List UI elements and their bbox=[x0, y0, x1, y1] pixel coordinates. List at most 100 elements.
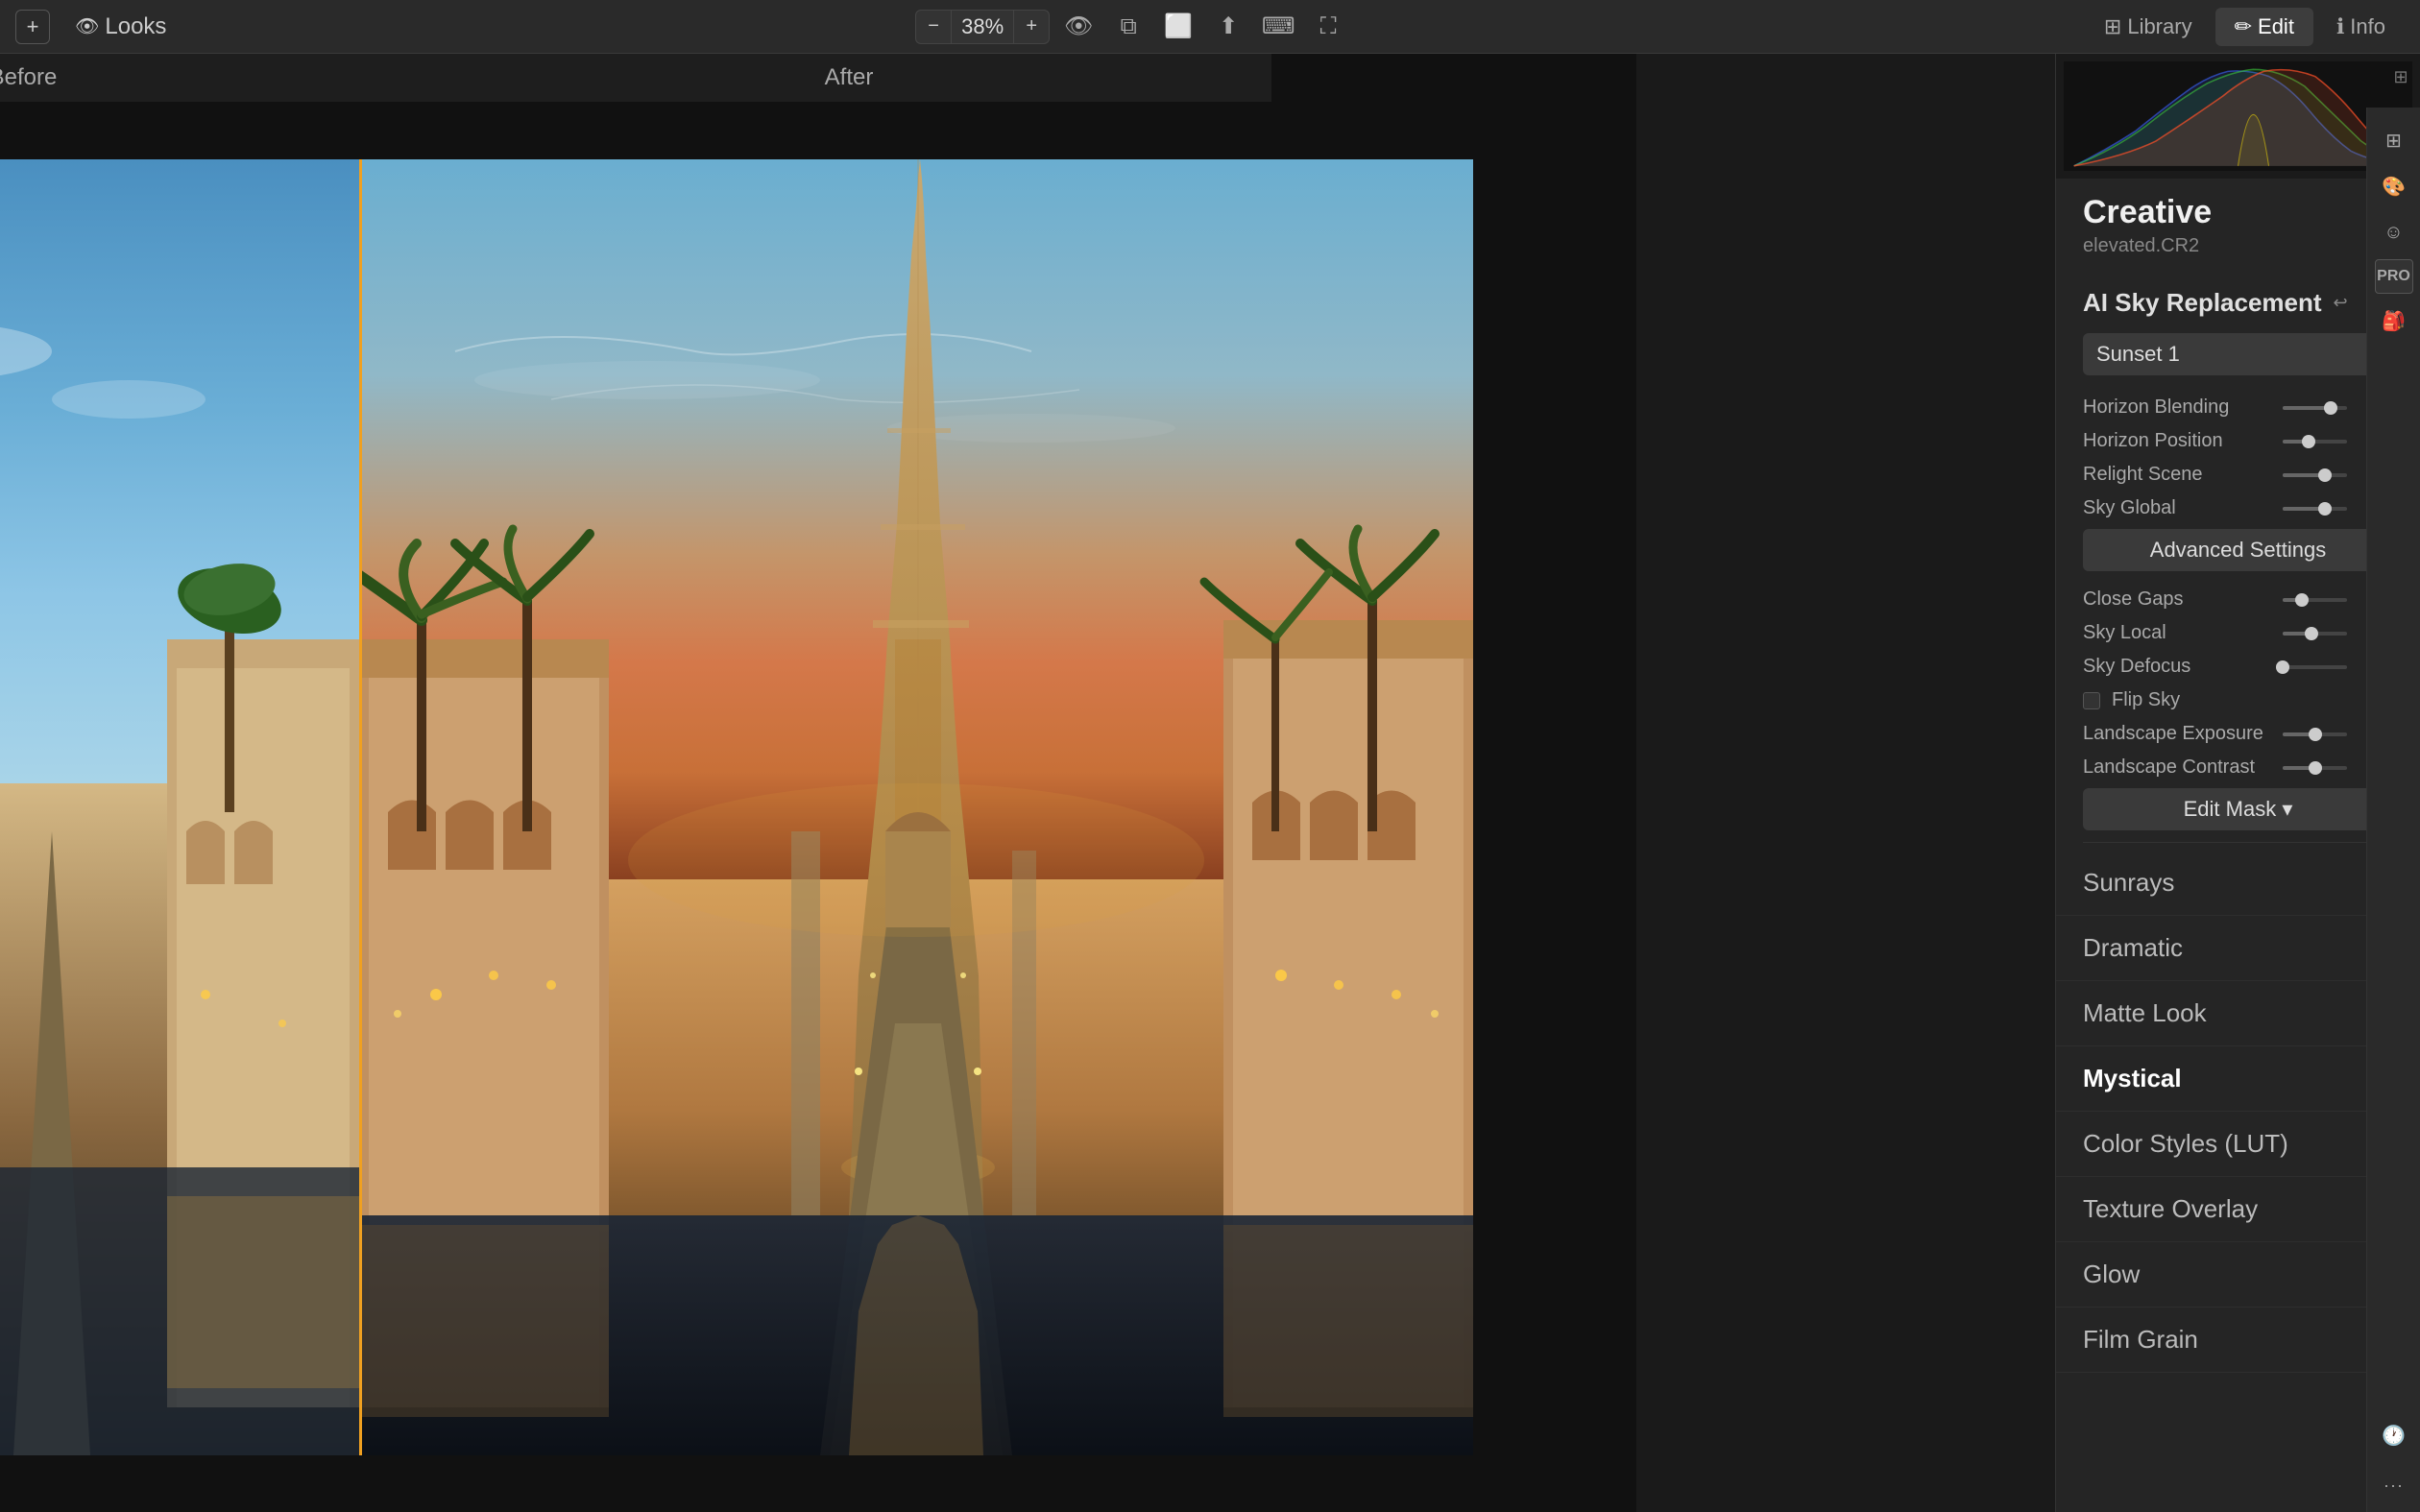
main-toolbar: + 👁 Looks − 38% + 👁 ⧉ ⬜ ⬆ ⌨ ⛶ ⊞ bbox=[0, 0, 2420, 54]
reset-sky-button[interactable]: ↩ bbox=[2326, 290, 2355, 317]
right-icon-rail: ⊞ 🎨 ☺ PRO 🎒 🕐 ··· bbox=[2366, 108, 2420, 1512]
divider-1 bbox=[2083, 842, 2393, 843]
horizon-position-label: Horizon Position bbox=[2083, 430, 2275, 452]
horizon-blending-thumb[interactable] bbox=[2324, 401, 2337, 415]
looks-label: Looks bbox=[105, 13, 166, 40]
palette-rail-button[interactable]: 🎨 bbox=[2375, 167, 2413, 205]
more-rail-button[interactable]: ··· bbox=[2375, 1466, 2413, 1504]
info-label: Info bbox=[2350, 14, 2385, 39]
relight-scene-thumb[interactable] bbox=[2318, 468, 2332, 482]
sunrays-label: Sunrays bbox=[2083, 868, 2174, 897]
share-icon: ⬆ bbox=[1219, 12, 1238, 40]
sky-global-label: Sky Global bbox=[2083, 497, 2275, 519]
edit-tab[interactable]: ✏ Edit bbox=[2215, 8, 2313, 46]
advanced-settings-label: Advanced Settings bbox=[2150, 538, 2326, 563]
horizon-position-track[interactable] bbox=[2283, 440, 2347, 444]
split-line bbox=[359, 159, 362, 1455]
crop-icon: ⬜ bbox=[1164, 12, 1193, 40]
keyboard-icon: ⌨ bbox=[1262, 12, 1295, 40]
compare-button[interactable]: ⧉ bbox=[1107, 6, 1150, 48]
texture-overlay-label: Texture Overlay bbox=[2083, 1194, 2258, 1223]
plus-icon: + bbox=[27, 14, 39, 39]
flip-sky-checkbox[interactable] bbox=[2083, 692, 2100, 709]
mystical-label: Mystical bbox=[2083, 1064, 2182, 1092]
sky-defocus-label: Sky Defocus bbox=[2083, 656, 2275, 678]
close-gaps-thumb[interactable] bbox=[2295, 593, 2309, 607]
add-button[interactable]: + bbox=[15, 10, 50, 44]
zoom-minus-button[interactable]: − bbox=[916, 11, 951, 43]
sky-global-track[interactable] bbox=[2283, 507, 2347, 511]
after-scene-svg bbox=[359, 159, 1473, 1455]
dramatic-label: Dramatic bbox=[2083, 933, 2183, 962]
edit-icon: ✏ bbox=[2235, 14, 2252, 39]
info-icon: ℹ bbox=[2336, 14, 2344, 39]
close-gaps-track[interactable] bbox=[2283, 598, 2347, 602]
main-content: Before After bbox=[0, 54, 2420, 1512]
fullscreen-button[interactable]: ⛶ bbox=[1307, 6, 1349, 48]
landscape-exposure-track[interactable] bbox=[2283, 732, 2347, 736]
horizon-blending-track[interactable] bbox=[2283, 406, 2347, 410]
histogram-chart bbox=[2064, 61, 2412, 171]
info-tab[interactable]: ℹ Info bbox=[2317, 8, 2405, 46]
sky-local-thumb[interactable] bbox=[2305, 627, 2318, 640]
glow-label: Glow bbox=[2083, 1260, 2140, 1288]
edit-mask-button[interactable]: Edit Mask ▾ bbox=[2083, 788, 2393, 830]
before-after-labels: Before After bbox=[0, 54, 1271, 102]
relight-scene-track[interactable] bbox=[2283, 473, 2347, 477]
landscape-exposure-thumb[interactable] bbox=[2309, 728, 2322, 741]
close-gaps-label: Close Gaps bbox=[2083, 588, 2275, 611]
fullscreen-icon: ⛶ bbox=[1320, 13, 1337, 40]
before-label: Before bbox=[0, 64, 426, 91]
layers-rail-button[interactable]: ⊞ bbox=[2375, 121, 2413, 159]
zoom-plus-button[interactable]: + bbox=[1014, 11, 1049, 43]
eye-preview-icon: 👁 bbox=[1064, 12, 1093, 40]
looks-button[interactable]: 👁 Looks bbox=[61, 8, 180, 46]
library-tab[interactable]: ⊞ Library bbox=[2085, 8, 2212, 46]
image-container bbox=[0, 102, 1636, 1512]
sky-preset-label: Sunset 1 bbox=[2096, 342, 2180, 367]
eye-icon: 👁 bbox=[75, 14, 99, 38]
sky-global-thumb[interactable] bbox=[2318, 502, 2332, 516]
crop-button[interactable]: ⬜ bbox=[1157, 6, 1199, 48]
ai-sky-title: AI Sky Replacement bbox=[2083, 288, 2322, 318]
landscape-contrast-track[interactable] bbox=[2283, 766, 2347, 770]
relight-scene-label: Relight Scene bbox=[2083, 464, 2275, 486]
bag-rail-button[interactable]: 🎒 bbox=[2375, 301, 2413, 340]
landscape-contrast-thumb[interactable] bbox=[2309, 761, 2322, 775]
film-grain-label: Film Grain bbox=[2083, 1325, 2198, 1354]
after-image bbox=[359, 159, 1473, 1455]
landscape-exposure-label: Landscape Exposure bbox=[2083, 723, 2275, 745]
toolbar-right: ⊞ Library ✏ Edit ℹ Info bbox=[2085, 8, 2405, 46]
library-label: Library bbox=[2127, 14, 2191, 39]
color-styles-label: Color Styles (LUT) bbox=[2083, 1129, 2288, 1158]
sky-defocus-track[interactable] bbox=[2283, 665, 2347, 669]
before-image bbox=[0, 159, 359, 1455]
landscape-contrast-label: Landscape Contrast bbox=[2083, 756, 2275, 779]
sky-defocus-thumb[interactable] bbox=[2276, 660, 2289, 674]
sky-preset-dropdown[interactable]: Sunset 1 ▾ bbox=[2083, 333, 2393, 375]
sky-local-track[interactable] bbox=[2283, 632, 2347, 636]
smile-rail-button[interactable]: ☺ bbox=[2375, 213, 2413, 252]
advanced-settings-button[interactable]: Advanced Settings bbox=[2083, 529, 2393, 571]
after-label: After bbox=[426, 64, 1271, 91]
edit-mask-label: Edit Mask ▾ bbox=[2184, 797, 2293, 822]
preview-button[interactable]: 👁 bbox=[1057, 6, 1100, 48]
horizon-position-thumb[interactable] bbox=[2302, 435, 2315, 448]
history-rail-button[interactable]: 🕐 bbox=[2375, 1416, 2413, 1454]
before-scene-svg bbox=[0, 159, 359, 1455]
layers-icon-btn[interactable]: ⊞ bbox=[2385, 61, 2416, 92]
compare-icon: ⧉ bbox=[1121, 13, 1137, 40]
flip-sky-label: Flip Sky bbox=[2112, 689, 2180, 711]
pro-rail-button[interactable]: PRO bbox=[2375, 259, 2413, 294]
library-icon: ⊞ bbox=[2104, 14, 2121, 39]
share-button[interactable]: ⬆ bbox=[1207, 6, 1249, 48]
image-area: Before After bbox=[0, 54, 1636, 1512]
split-image bbox=[0, 159, 1473, 1455]
edit-label: Edit bbox=[2258, 14, 2294, 39]
sky-local-label: Sky Local bbox=[2083, 622, 2275, 644]
toolbar-center: − 38% + 👁 ⧉ ⬜ ⬆ ⌨ ⛶ bbox=[915, 6, 1349, 48]
zoom-value: 38% bbox=[951, 11, 1014, 43]
keyboard-button[interactable]: ⌨ bbox=[1257, 6, 1299, 48]
zoom-control: − 38% + bbox=[915, 10, 1050, 44]
horizon-blending-label: Horizon Blending bbox=[2083, 396, 2275, 419]
